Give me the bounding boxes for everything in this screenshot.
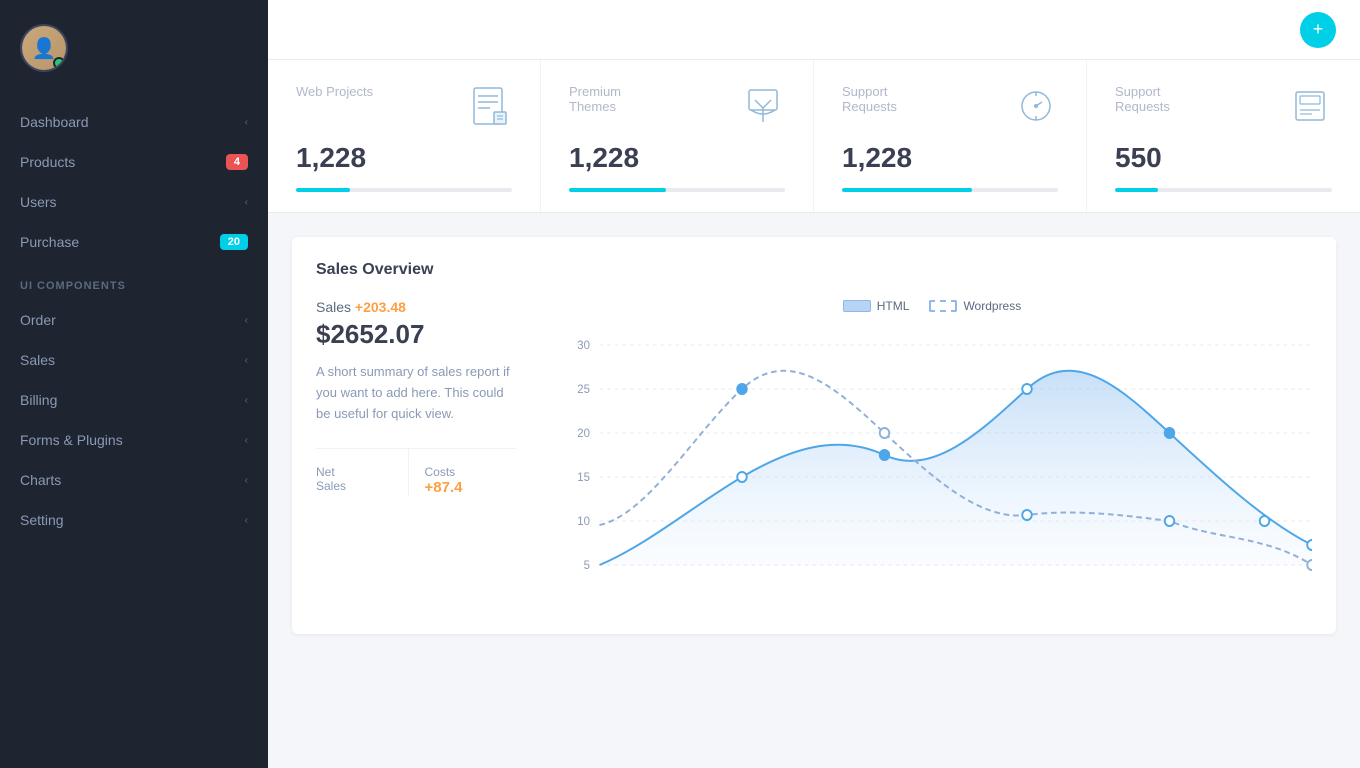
stat-bar-fill <box>1115 188 1158 192</box>
sales-metrics: NetSales Costs +87.4 <box>316 448 516 496</box>
sales-chart: 30 25 20 15 10 5 <box>552 325 1312 605</box>
metric-costs-value: +87.4 <box>425 479 517 496</box>
stat-header: SupportRequests <box>1115 84 1332 134</box>
legend-wp-label: Wordpress <box>963 299 1021 313</box>
chevron-icon: ‹ <box>245 117 248 128</box>
stat-card-support-2: SupportRequests 550 <box>1087 60 1360 212</box>
stat-header: PremiumThemes <box>569 84 785 134</box>
purchase-badge: 20 <box>220 234 248 250</box>
sales-left-panel: Sales +203.48 $2652.07 A short summary o… <box>316 299 536 610</box>
chart-area: HTML Wordpress 30 25 <box>536 299 1312 610</box>
sidebar-item-users[interactable]: Users ‹ <box>0 182 268 222</box>
stat-bar <box>1115 188 1332 192</box>
legend-html-label: HTML <box>877 299 910 313</box>
svg-text:30: 30 <box>577 339 590 352</box>
sidebar-item-sales[interactable]: Sales ‹ <box>0 340 268 380</box>
sidebar-item-forms[interactable]: Forms & Plugins ‹ <box>0 420 268 460</box>
stat-value: 1,228 <box>842 142 1058 174</box>
svg-text:25: 25 <box>577 383 590 396</box>
legend-html-box <box>843 300 871 312</box>
metric-costs: Costs +87.4 <box>409 449 517 496</box>
support-requests-icon <box>1014 84 1058 134</box>
stat-title: PremiumThemes <box>569 84 621 114</box>
sales-overview-section: Sales Overview Sales +203.48 $2652.07 A … <box>292 237 1336 634</box>
sales-section-title: Sales Overview <box>316 261 1312 279</box>
chart-legend: HTML Wordpress <box>552 299 1312 313</box>
sidebar-item-purchase[interactable]: Purchase 20 <box>0 222 268 262</box>
support-requests-2-icon <box>1288 84 1332 134</box>
sales-description: A short summary of sales report if you w… <box>316 362 516 424</box>
chevron-icon: ‹ <box>245 435 248 446</box>
chart-point <box>1165 428 1175 438</box>
stat-bar-fill <box>842 188 972 192</box>
chevron-icon: ‹ <box>245 395 248 406</box>
stats-row: Web Projects 1,228 <box>268 60 1360 213</box>
stat-bar-fill <box>296 188 350 192</box>
ui-components-section-title: UI COMPONENTS <box>0 262 268 300</box>
stat-bar <box>296 188 512 192</box>
stat-bar <box>569 188 785 192</box>
sales-body: Sales +203.48 $2652.07 A short summary o… <box>316 299 1312 610</box>
chevron-icon: ‹ <box>245 355 248 366</box>
stat-card-support-1: SupportRequests 1,228 <box>814 60 1087 212</box>
stat-title: SupportRequests <box>842 84 897 114</box>
legend-wordpress: Wordpress <box>929 299 1021 313</box>
chevron-icon: ‹ <box>245 475 248 486</box>
web-projects-icon <box>468 84 512 134</box>
avatar: 👤 <box>20 24 68 72</box>
main-content: + Web Projects <box>268 0 1360 768</box>
stat-title: SupportRequests <box>1115 84 1170 114</box>
chart-wp-point <box>880 428 890 438</box>
metric-costs-title: Costs <box>425 465 517 479</box>
sidebar-item-order[interactable]: Order ‹ <box>0 300 268 340</box>
premium-themes-icon <box>741 84 785 134</box>
chart-point <box>1022 384 1032 394</box>
svg-text:5: 5 <box>584 559 591 572</box>
stat-bar <box>842 188 1058 192</box>
svg-text:20: 20 <box>577 427 590 440</box>
sidebar: 👤 Dashboard ‹ Products 4 Users ‹ Purchas… <box>0 0 268 768</box>
sidebar-item-billing[interactable]: Billing ‹ <box>0 380 268 420</box>
sidebar-nav: Dashboard ‹ Products 4 Users ‹ Purchase … <box>0 92 268 768</box>
sidebar-item-dashboard[interactable]: Dashboard ‹ <box>0 102 268 142</box>
stat-card-premium-themes: PremiumThemes 1,228 <box>541 60 814 212</box>
products-badge: 4 <box>226 154 248 170</box>
sales-amount: $2652.07 <box>316 319 516 350</box>
topbar: + <box>268 0 1360 60</box>
online-indicator <box>53 57 65 69</box>
legend-html: HTML <box>843 299 910 313</box>
sidebar-item-setting[interactable]: Setting ‹ <box>0 500 268 540</box>
metric-net-sales-title: NetSales <box>316 465 408 493</box>
sales-change: +203.48 <box>355 299 406 315</box>
stat-value: 1,228 <box>569 142 785 174</box>
chart-wp-point <box>737 384 747 394</box>
avatar-section: 👤 <box>0 0 268 92</box>
chart-point <box>737 472 747 482</box>
topbar-action-button[interactable]: + <box>1300 12 1336 48</box>
sidebar-item-charts[interactable]: Charts ‹ <box>0 460 268 500</box>
stat-header: SupportRequests <box>842 84 1058 134</box>
chart-html-fill <box>600 371 1313 565</box>
chart-wp-point <box>1022 510 1032 520</box>
stat-value: 1,228 <box>296 142 512 174</box>
chart-wp-point <box>1307 560 1312 570</box>
stat-header: Web Projects <box>296 84 512 134</box>
stat-card-web-projects: Web Projects 1,228 <box>268 60 541 212</box>
legend-wp-box <box>929 300 957 312</box>
sales-label: Sales +203.48 <box>316 299 516 315</box>
chart-wp-point <box>1165 516 1175 526</box>
chevron-icon: ‹ <box>245 515 248 526</box>
chart-point <box>1260 516 1270 526</box>
chevron-icon: ‹ <box>245 197 248 208</box>
sidebar-item-products[interactable]: Products 4 <box>0 142 268 182</box>
stat-bar-fill <box>569 188 666 192</box>
chart-point <box>1307 540 1312 550</box>
chevron-icon: ‹ <box>245 315 248 326</box>
svg-text:15: 15 <box>577 471 590 484</box>
stat-value: 550 <box>1115 142 1332 174</box>
stat-title: Web Projects <box>296 84 373 99</box>
svg-text:10: 10 <box>577 515 590 528</box>
chart-point <box>880 450 890 460</box>
metric-net-sales: NetSales <box>316 449 409 496</box>
